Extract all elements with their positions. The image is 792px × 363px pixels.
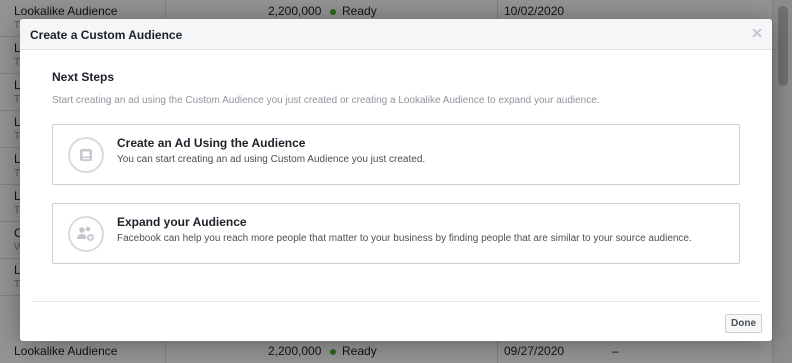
option-title: Expand your Audience bbox=[117, 215, 247, 229]
create-custom-audience-dialog: Create a Custom Audience Next Steps Star… bbox=[20, 19, 772, 341]
people-add-icon bbox=[68, 216, 104, 252]
footer-divider bbox=[32, 301, 760, 302]
done-button[interactable]: Done bbox=[725, 314, 762, 333]
ad-screen-icon bbox=[68, 137, 104, 173]
option-description: You can start creating an ad using Custo… bbox=[117, 154, 426, 165]
next-steps-title: Next Steps bbox=[52, 70, 115, 84]
dialog-title: Create a Custom Audience bbox=[30, 28, 183, 42]
close-icon[interactable] bbox=[750, 26, 764, 40]
expand-audience-option[interactable]: Expand your Audience Facebook can help y… bbox=[52, 203, 740, 264]
option-title: Create an Ad Using the Audience bbox=[117, 136, 306, 150]
option-description: Facebook can help you reach more people … bbox=[117, 233, 692, 244]
dialog-header: Create a Custom Audience bbox=[20, 19, 772, 50]
create-ad-option[interactable]: Create an Ad Using the Audience You can … bbox=[52, 124, 740, 185]
next-steps-description: Start creating an ad using the Custom Au… bbox=[52, 95, 600, 106]
